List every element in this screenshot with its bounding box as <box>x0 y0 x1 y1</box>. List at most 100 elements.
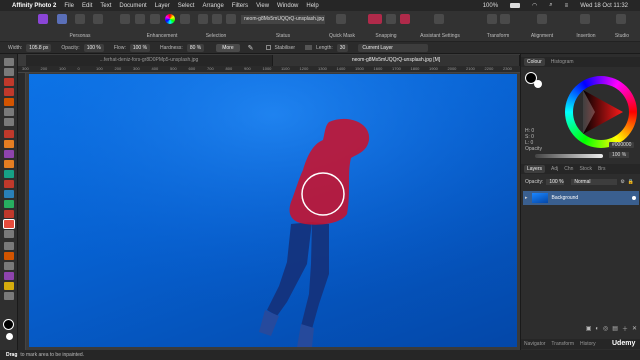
colour-opacity-field[interactable]: 100 % <box>609 152 630 158</box>
menu-window[interactable]: Window <box>277 3 298 9</box>
menu-filters[interactable]: Filters <box>232 3 248 9</box>
battery-icon[interactable] <box>510 3 521 8</box>
tab-transform[interactable]: Transform <box>551 341 574 347</box>
photo-persona-icon[interactable] <box>38 14 48 24</box>
tab-adjustments[interactable]: Adj <box>551 166 558 172</box>
menu-layer[interactable]: Layer <box>155 3 170 9</box>
white-balance-icon[interactable] <box>180 14 190 24</box>
blur-tool-icon[interactable] <box>4 190 14 198</box>
view-tool-icon[interactable] <box>4 68 14 76</box>
brush-settings-icon[interactable]: ✎ <box>248 44 254 52</box>
tab-stock[interactable]: Stock <box>579 166 592 172</box>
auto-contrast-icon[interactable] <box>135 14 145 24</box>
add-live-filter-icon[interactable]: ◎ <box>603 325 608 332</box>
background-colour-swatch[interactable] <box>6 333 13 340</box>
colour-wheel[interactable] <box>565 76 637 148</box>
delete-layer-icon[interactable]: ✕ <box>632 325 637 332</box>
assistant-icon[interactable] <box>434 14 444 24</box>
fill-tool-icon[interactable] <box>4 160 14 168</box>
marquee-tool-icon[interactable] <box>4 108 14 116</box>
colour-wheel-icon[interactable] <box>165 14 175 24</box>
lock-icon[interactable]: 🔒 <box>628 179 634 185</box>
stabiliser-checkbox[interactable] <box>265 45 271 50</box>
wifi-icon[interactable]: ◠ <box>532 2 537 9</box>
app-menu[interactable]: Affinity Photo 2 <box>12 3 56 9</box>
menu-file[interactable]: File <box>64 3 74 9</box>
rotate-right-icon[interactable] <box>500 14 510 24</box>
rope-mode-icon[interactable] <box>305 45 313 50</box>
auto-levels-icon[interactable] <box>120 14 130 24</box>
shape-tool-icon[interactable] <box>4 252 14 260</box>
snapping-grid-icon[interactable] <box>400 14 410 24</box>
width-field[interactable]: 105.8 px <box>26 43 52 52</box>
paint-brush-icon[interactable] <box>4 130 14 138</box>
menu-arrange[interactable]: Arrange <box>202 3 223 9</box>
studio-icon[interactable] <box>616 14 626 24</box>
export-persona-icon[interactable] <box>93 14 103 24</box>
erase-brush-icon[interactable] <box>4 150 14 158</box>
menu-help[interactable]: Help <box>306 3 318 9</box>
add-pixel-layer-icon[interactable]: ＋ <box>622 324 628 333</box>
quick-mask-icon[interactable] <box>336 14 346 24</box>
search-icon[interactable]: ⌕ <box>549 2 552 9</box>
add-mask-icon[interactable]: ▣ <box>586 325 592 332</box>
inpainting-brush-icon[interactable] <box>3 219 15 229</box>
clone-tool-icon[interactable] <box>4 180 14 188</box>
flow-field[interactable]: 100 % <box>129 43 151 52</box>
doc-tab-1[interactable]: ...ferhat-deniz-fors-gr8D0PMp5-unsplash.… <box>26 55 273 66</box>
layer-expand-icon[interactable]: ▸ <box>525 195 528 201</box>
colour-triangle[interactable] <box>565 76 637 148</box>
healing-brush-icon[interactable] <box>4 210 14 218</box>
length-field[interactable]: 30 <box>336 43 349 52</box>
tab-brushes[interactable]: Brs <box>598 166 606 172</box>
align-icon[interactable] <box>537 14 547 24</box>
tab-history[interactable]: History <box>580 341 596 347</box>
layer-row-background[interactable]: ▸ Background <box>523 191 639 205</box>
add-group-icon[interactable]: ▤ <box>612 325 618 332</box>
menu-view[interactable]: View <box>256 3 269 9</box>
layer-visibility-icon[interactable] <box>632 196 636 200</box>
dodge-tool-icon[interactable] <box>4 170 14 178</box>
snapping-magnet-icon[interactable] <box>368 14 382 24</box>
ruler-horizontal[interactable]: 300 200 100 0 100 200 300 400 500 600 700 800 900 100… <box>18 66 520 73</box>
tab-channels[interactable]: Chn <box>564 166 573 172</box>
tab-colour[interactable]: Colour <box>524 58 545 66</box>
secondary-colour-well[interactable] <box>534 80 542 88</box>
select-all-icon[interactable] <box>198 14 208 24</box>
layer-opacity-field[interactable]: 100 % <box>546 179 565 185</box>
text-tool-icon[interactable] <box>4 262 14 270</box>
gradient-tool-icon[interactable] <box>4 272 14 280</box>
deselect-icon[interactable] <box>212 14 222 24</box>
auto-colours-icon[interactable] <box>150 14 160 24</box>
layer-settings-icon[interactable]: ⚙ <box>620 179 624 185</box>
hex-field[interactable]: #000000 <box>609 142 635 148</box>
foreground-colour-swatch[interactable] <box>3 319 14 330</box>
tab-navigator[interactable]: Navigator <box>524 341 545 347</box>
doc-tab-2[interactable]: neom-g8Mx5mUQQrQ-unsplash.jpg [M] <box>273 55 520 66</box>
menu-edit[interactable]: Edit <box>82 3 92 9</box>
image-canvas[interactable] <box>29 74 517 347</box>
rotate-left-icon[interactable] <box>487 14 497 24</box>
pen-tool-icon[interactable] <box>4 242 14 250</box>
control-center-icon[interactable]: ≡ <box>565 3 569 9</box>
ruler-vertical[interactable] <box>18 73 26 350</box>
develop-persona-icon[interactable] <box>75 14 85 24</box>
clock[interactable]: Wed 18 Oct 11:32 <box>580 3 628 9</box>
opacity-field[interactable]: 100 % <box>83 43 104 52</box>
tab-layers[interactable]: Layers <box>524 165 546 173</box>
freehand-select-icon[interactable] <box>4 118 14 126</box>
menu-text[interactable]: Text <box>100 3 111 9</box>
smudge-tool-icon[interactable] <box>4 200 14 208</box>
blend-mode-dropdown[interactable]: Normal <box>571 179 618 185</box>
move-tool-icon[interactable] <box>4 58 14 66</box>
hardness-field[interactable]: 80 % <box>186 43 205 52</box>
eyedropper-tool-icon[interactable] <box>4 282 14 290</box>
source-layer-dropdown[interactable]: Current Layer <box>358 43 429 52</box>
tab-histogram[interactable]: Histogram <box>551 59 574 65</box>
menu-select[interactable]: Select <box>178 3 195 9</box>
red-eye-tool-icon[interactable] <box>4 230 14 238</box>
zoom-tool-icon[interactable] <box>4 292 14 300</box>
insertion-icon[interactable] <box>580 14 590 24</box>
opacity-slider[interactable] <box>535 154 603 158</box>
crop-tool-icon[interactable] <box>4 78 14 86</box>
